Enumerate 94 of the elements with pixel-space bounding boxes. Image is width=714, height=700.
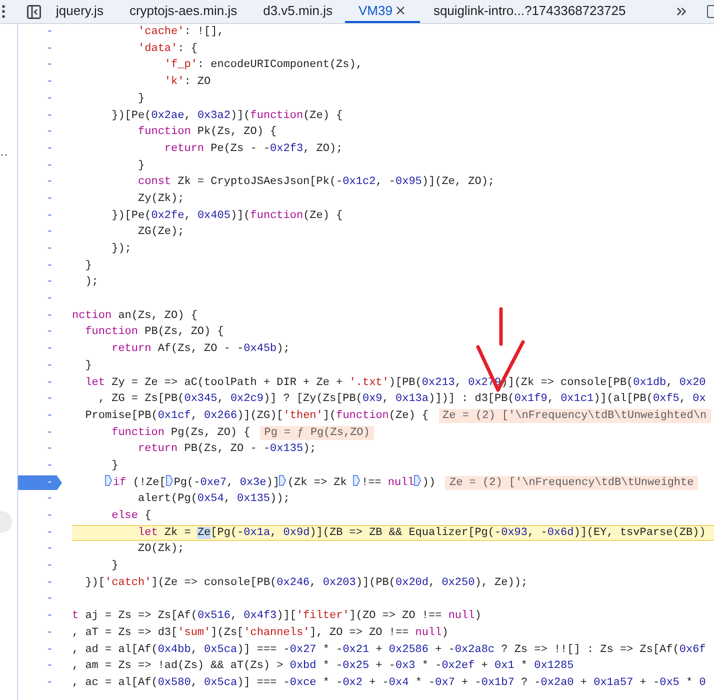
line-number: - (46, 592, 53, 608)
line-number: - (46, 559, 53, 574)
file-tab[interactable]: squiglink-intro...?1743368723725 (420, 0, 639, 23)
code-line: , ac = al[Af(0x580, 0x5ca)] === -0xce * -0x2 + -0x4 * -0x7 + -0x1b7 ? -0x2a0 + 0x1a57 + -0x5 * 0 (72, 676, 706, 691)
line-number: - (46, 492, 53, 508)
code-line: } (110, 458, 118, 474)
code-line: }); (110, 242, 132, 258)
breakpoint-flag-icon[interactable] (279, 474, 286, 486)
line-number: - (46, 75, 53, 90)
line-number: - (46, 108, 53, 124)
line-number: - (46, 258, 53, 274)
line-number: - (46, 292, 53, 308)
code-line: nction an(Zs, ZO) { (72, 308, 198, 324)
panel-toggle-icon[interactable] (707, 5, 714, 18)
line-number: - (46, 542, 53, 558)
line-number: - (46, 642, 53, 658)
line-number: - (46, 308, 53, 324)
file-tab[interactable]: d3.v5.min.js (250, 0, 346, 23)
breakpoint-flag-icon[interactable] (353, 474, 360, 486)
line-number: - (46, 576, 53, 591)
code-line: ZO(Zk); (137, 542, 184, 558)
code-line: return Pe(Zs - -0x2f3, ZO); (163, 142, 343, 157)
code-line: ); (84, 275, 98, 290)
line-number: - (46, 192, 53, 207)
code-line: return Af(Zs, ZO - -0x45b); (110, 342, 290, 358)
line-number: - (46, 526, 53, 541)
code-line: return PB(Zs, ZO - -0x135); (137, 442, 316, 458)
line-number: - (46, 342, 53, 358)
breakpoint-flag-icon[interactable] (414, 474, 422, 486)
code-line: Zy(Zk); (137, 192, 184, 207)
code-line: } (84, 358, 92, 374)
code-line: } (110, 559, 118, 574)
inline-value: Ze = (2) ['\nFrequency\tdB\tUnweighte (445, 476, 698, 490)
line-number: - (46, 676, 53, 691)
line-number: - (46, 42, 53, 57)
line-number: - (46, 242, 53, 258)
inline-value: Ze = (2) ['\nFrequency\tdB\tUnweighted\n (438, 409, 711, 424)
code-line: 'f_p': encodeURIComponent(Zs), (163, 58, 362, 74)
file-tab[interactable]: VM39 (345, 0, 420, 23)
code-line: alert(Pg(0x54, 0x135)); (137, 492, 290, 508)
code-line: })[Pe(0x2fe, 0x405)](function(Ze) { (110, 208, 343, 224)
more-options-icon[interactable] (2, 5, 5, 18)
file-tab[interactable]: cryptojs-aes.min.js (116, 0, 250, 23)
line-number: - (46, 626, 53, 641)
line-number: - (46, 208, 53, 224)
inline-value: Pg = ƒ Pg(Zs,ZO) (260, 426, 374, 440)
line-number: - (46, 408, 53, 424)
line-number: - (46, 92, 53, 107)
file-tab[interactable]: jquery.js (43, 0, 116, 23)
code-line: Promise[PB(0x1cf, 0x266)](ZG)['then'](function(Ze) { (84, 408, 429, 424)
line-number: - (46, 392, 53, 408)
breakpoint-marker[interactable]: - (18, 475, 62, 490)
line-number: - (46, 659, 53, 674)
breakpoint-flag-icon[interactable] (105, 474, 112, 486)
code-line: function PB(Zs, ZO) { (84, 325, 224, 340)
line-number: - (46, 158, 53, 174)
line-number: - (46, 275, 53, 290)
code-line: , ad = al[Af(0x4bb, 0x5ca)] === -0x27 * -0x21 + 0x2586 + -0x2a8c ? Zs => !![] : Zs => Zs[Af(0x6f (72, 642, 706, 658)
line-number: - (46, 175, 53, 190)
line-number: - (46, 25, 53, 40)
line-number: - (46, 358, 53, 374)
code-line: let Zk = Ze[Pg(-0x1a, 0x9d)](ZB => ZB && Equalizer[Pg(-0x93, -0x6d)](EY, tsvParse(ZB)) (137, 526, 706, 541)
breakpoint-flag-icon[interactable] (166, 474, 173, 486)
close-icon[interactable] (394, 4, 408, 17)
sidebar-toggle-icon[interactable] (27, 4, 41, 18)
code-line: , am = Zs => !ad(Zs) && aT(Zs) > 0xbd * -0x25 + -0x3 * -0x2ef + 0x1 * 0x1285 (72, 659, 574, 674)
code-line: 'cache': ![], (137, 25, 224, 40)
code-line: } (137, 158, 145, 174)
code-line: 'data': { (137, 42, 198, 57)
line-number: - (46, 125, 53, 140)
line-number: - (46, 325, 53, 340)
code-line: , ZG = Zs[PB(0x345, 0x2c9)] ? [Zy(Zs[PB(0x9, 0x13a)])] : d3[PB(0x1f9, 0x1c1)](al[PB(0xf5, 0x (97, 392, 706, 408)
code-line: ZG(Ze); (137, 225, 184, 240)
line-number: - (46, 442, 53, 458)
line-number: - (46, 376, 53, 391)
code-line: function Pg(Zs, ZO) { (110, 426, 250, 441)
line-number: - (46, 225, 53, 240)
code-line: if (!Ze[ Pg(-0xe7, 0x3e)] (Zk => Zk !== null )) (72, 474, 436, 492)
line-number: - (46, 142, 53, 157)
line-number: - (46, 609, 53, 624)
code-line: const Zk = CryptoJSAesJson[Pk(-0x1c2, -0x95)](Ze, ZO); (137, 175, 495, 190)
line-number: - (46, 58, 53, 74)
line-number: - (46, 426, 53, 441)
code-line: else { (110, 509, 152, 524)
line-number: - (46, 458, 53, 474)
code-line: function Pk(Zs, ZO) { (137, 125, 277, 140)
code-line: t aj = Zs => Zs[Af(0x516, 0x4f3)]['filter'](ZO => ZO !== null) (72, 609, 482, 624)
code-line: } (137, 92, 145, 107)
code-line: 'k': ZO (163, 75, 211, 90)
code-line: } (84, 258, 92, 274)
code-line: })[Pe(0x2ae, 0x3a2)](function(Ze) { (110, 108, 343, 124)
code-line: })['catch'](Ze => console[PB(0x246, 0x203)](PB(0x20d, 0x250), Ze)); (84, 576, 528, 591)
line-number: - (46, 509, 53, 524)
code-line: , aT = Zs => d3['sum'](Zs['channels'], ZO => ZO !== null) (72, 626, 448, 641)
